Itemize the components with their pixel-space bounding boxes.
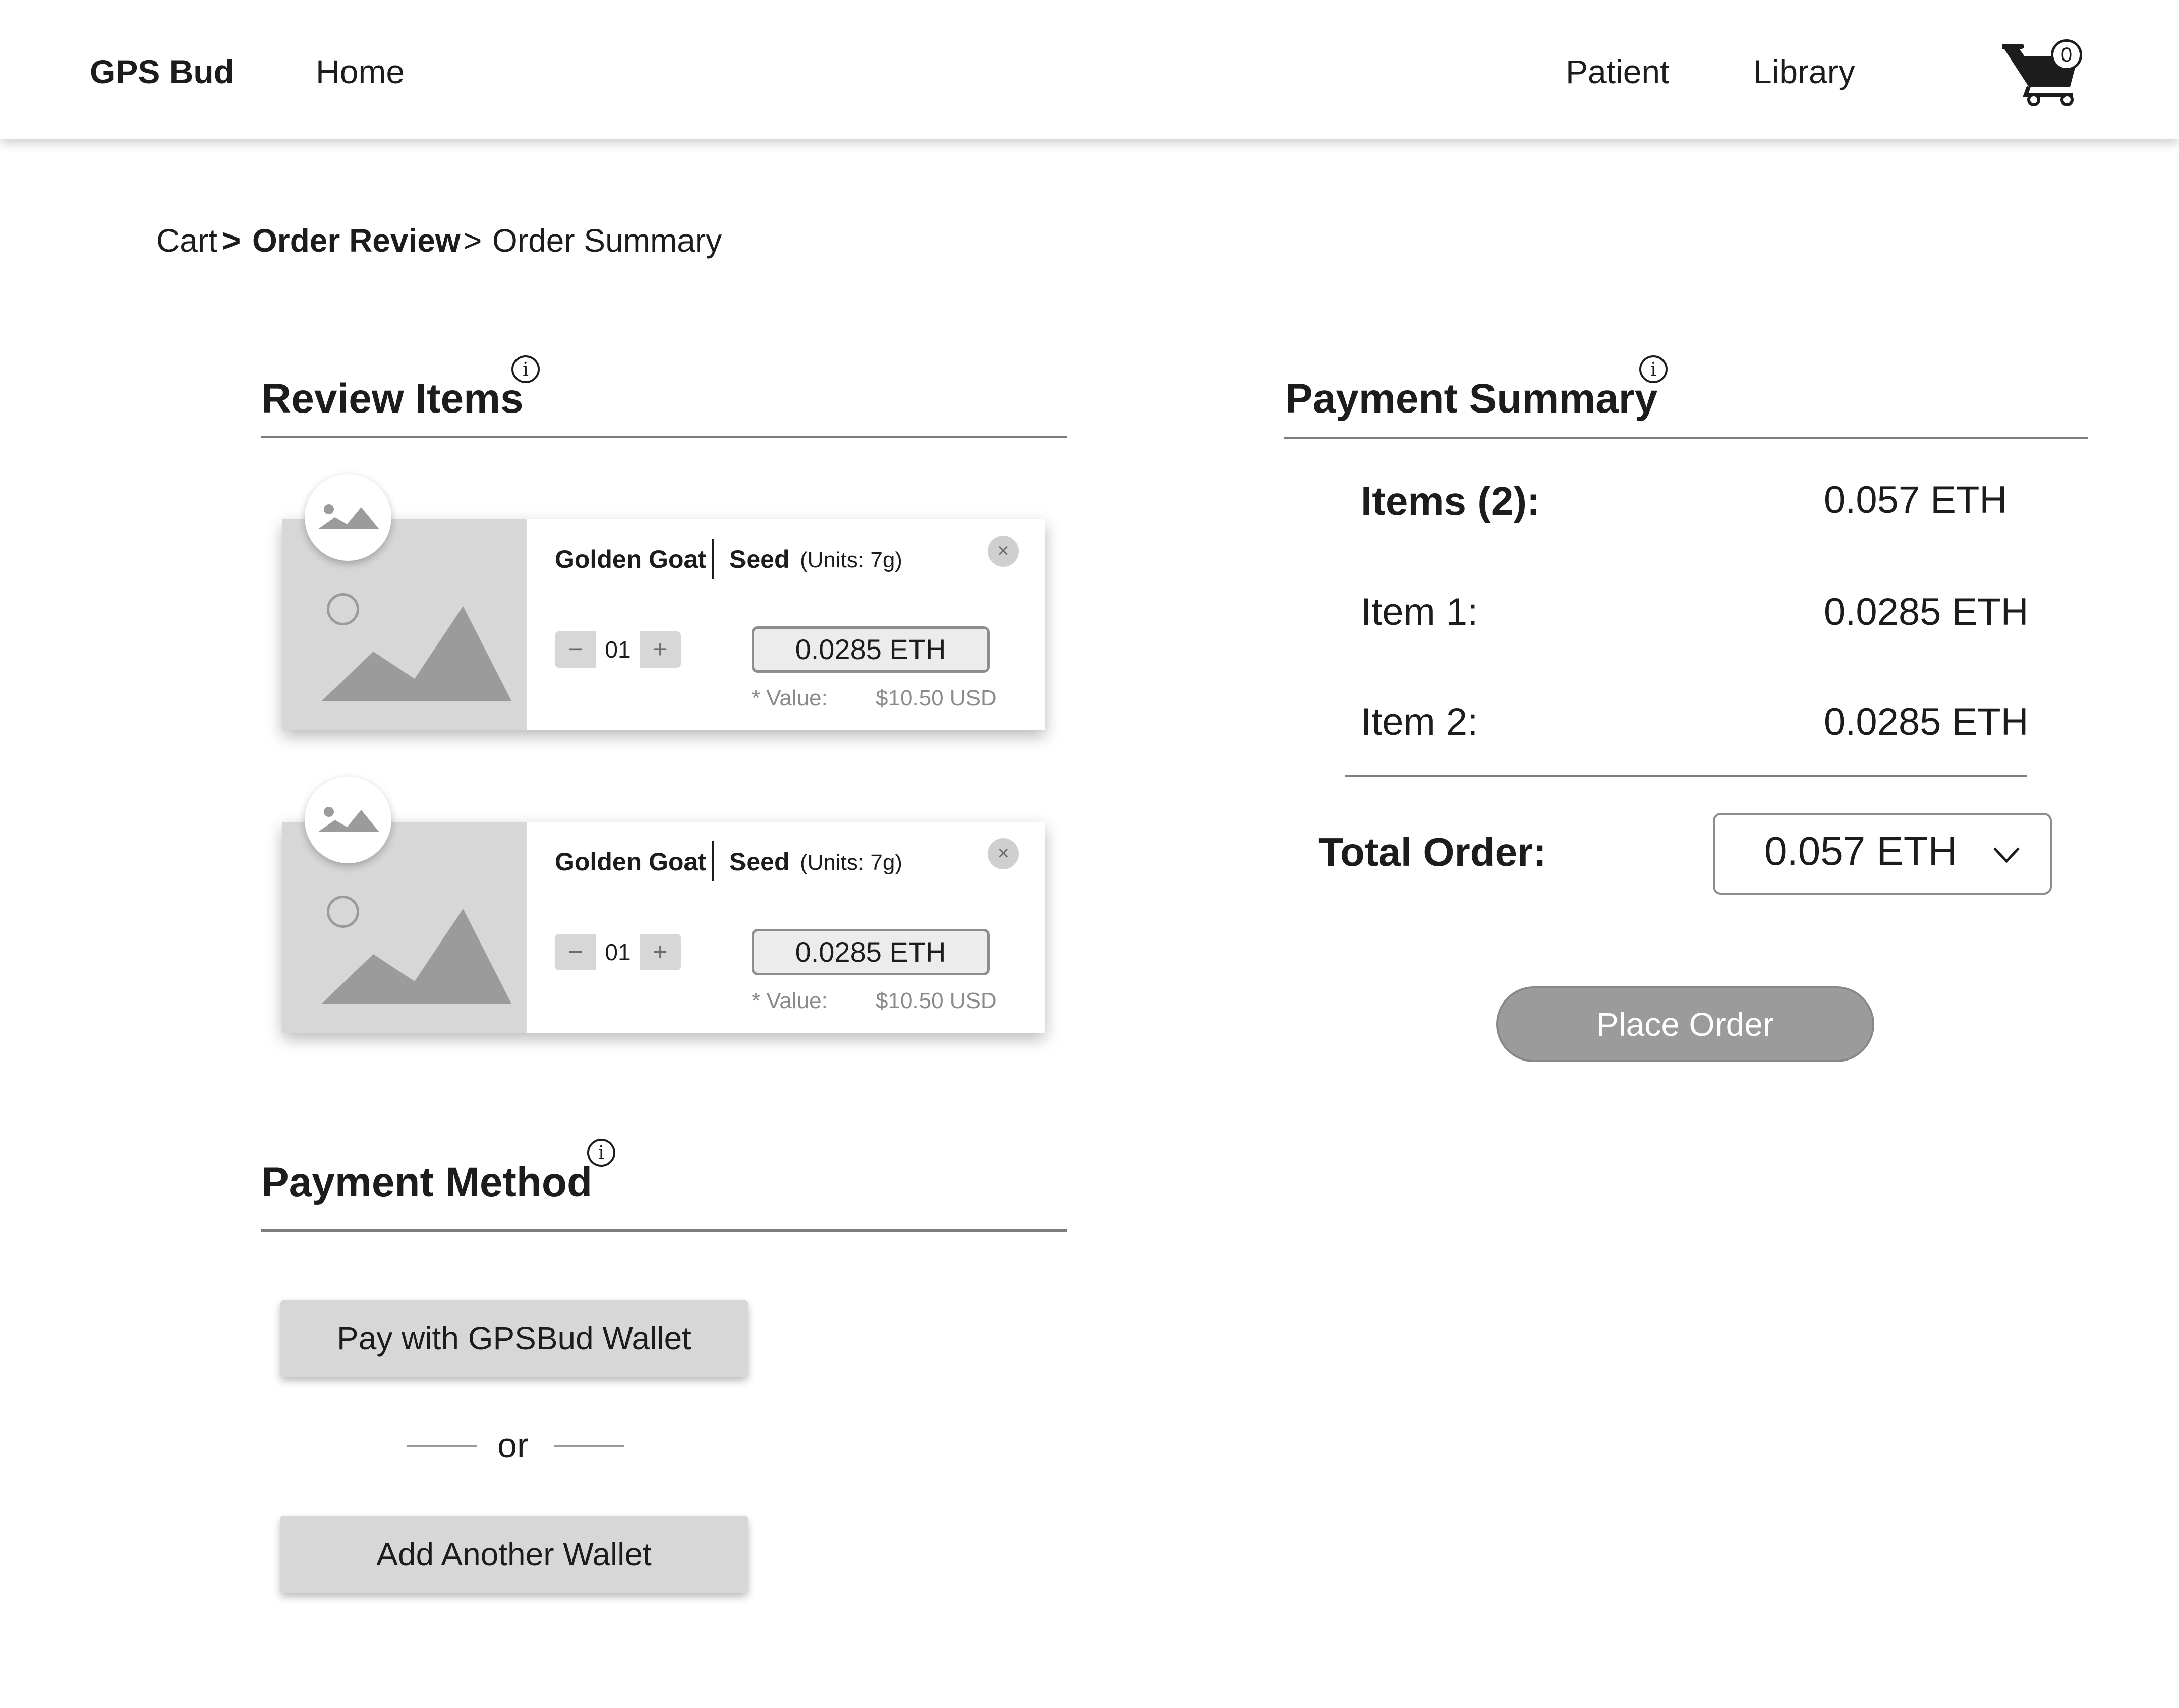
item-select-radio[interactable] — [327, 896, 359, 928]
name-separator — [712, 539, 714, 579]
nav-patient-link[interactable]: Patient — [1566, 52, 1669, 91]
items-total-value: 0.057 ETH — [1824, 479, 2008, 521]
review-items-title: Review Items — [261, 376, 524, 422]
total-order-value: 0.057 ETH — [1764, 829, 1958, 873]
section-divider — [261, 436, 1067, 438]
chevron-down-icon — [1993, 847, 2020, 863]
product-units: (Units: 7g) — [800, 548, 902, 572]
or-divider-text: or — [497, 1426, 529, 1465]
info-icon[interactable]: i — [1639, 355, 1668, 383]
summary-line-label: Item 1: — [1361, 591, 1478, 633]
place-order-button[interactable]: Place Order — [1496, 986, 1874, 1062]
item-price-field[interactable]: 0.0285 ETH — [752, 929, 990, 975]
product-name: Golden Goat — [555, 545, 706, 573]
nav-home-link[interactable]: Home — [316, 52, 405, 91]
breadcrumb-separator: > — [463, 222, 482, 259]
remove-item-button[interactable]: × — [988, 536, 1019, 567]
thumbnail-badge — [305, 777, 391, 863]
image-icon — [318, 504, 379, 529]
value-usd: $10.50 USD — [876, 988, 997, 1013]
section-divider — [1284, 437, 2088, 439]
payment-method-title: Payment Method — [261, 1159, 593, 1205]
thumbnail-badge — [305, 474, 391, 561]
increment-button[interactable]: + — [640, 631, 681, 668]
item-select-radio[interactable] — [327, 593, 359, 625]
item-price-field[interactable]: 0.0285 ETH — [752, 626, 990, 673]
total-order-label: Total Order: — [1318, 830, 1546, 874]
cart-count-badge: 0 — [2051, 39, 2082, 71]
product-name: Golden Goat — [555, 848, 706, 876]
quantity-stepper: − 01 + — [555, 934, 681, 970]
quantity-stepper: − 01 + — [555, 631, 681, 668]
nav-library-link[interactable]: Library — [1753, 52, 1855, 91]
value-label: * Value: — [752, 686, 828, 711]
summary-line-label: Item 2: — [1361, 700, 1478, 743]
breadcrumb-cart[interactable]: Cart — [156, 222, 217, 259]
total-currency-select[interactable]: 0.057 ETH — [1713, 813, 2052, 895]
summary-line-value: 0.0285 ETH — [1824, 700, 2029, 743]
name-separator — [712, 841, 714, 881]
decrement-button[interactable]: − — [555, 631, 596, 668]
brand-logo[interactable]: GPS Bud — [90, 52, 234, 91]
breadcrumb-order-review[interactable]: Order Review — [252, 222, 461, 259]
product-type: Seed — [729, 848, 790, 876]
payment-summary-title: Payment Summary — [1285, 376, 1658, 422]
pay-with-wallet-button[interactable]: Pay with GPSBud Wallet — [280, 1300, 748, 1377]
value-usd: $10.50 USD — [876, 686, 997, 711]
summary-divider — [1345, 775, 2027, 777]
product-type: Seed — [729, 545, 790, 573]
breadcrumb-order-summary[interactable]: Order Summary — [492, 222, 722, 259]
remove-item-button[interactable]: × — [988, 838, 1019, 869]
image-icon — [318, 807, 379, 832]
summary-line-value: 0.0285 ETH — [1824, 591, 2029, 633]
or-divider-line — [554, 1445, 624, 1447]
product-units: (Units: 7g) — [800, 850, 902, 875]
items-count-label: Items (2): — [1361, 479, 1540, 523]
top-nav-bar: GPS Bud Home Patient Library 0 — [0, 0, 2179, 139]
info-icon[interactable]: i — [511, 355, 540, 383]
decrement-button[interactable]: − — [555, 934, 596, 970]
section-divider — [261, 1229, 1067, 1232]
quantity-value[interactable]: 01 — [596, 631, 640, 668]
value-label: * Value: — [752, 988, 828, 1013]
increment-button[interactable]: + — [640, 934, 681, 970]
cart-item-card: Golden Goat Seed (Units: 7g) × − 01 + 0.… — [282, 822, 1045, 1033]
breadcrumb-separator: > — [222, 222, 241, 259]
quantity-value[interactable]: 01 — [596, 934, 640, 970]
or-divider-line — [407, 1445, 477, 1447]
cart-item-card: Golden Goat Seed (Units: 7g) × − 01 + 0.… — [282, 519, 1045, 730]
info-icon[interactable]: i — [587, 1139, 615, 1167]
add-wallet-button[interactable]: Add Another Wallet — [280, 1516, 748, 1593]
